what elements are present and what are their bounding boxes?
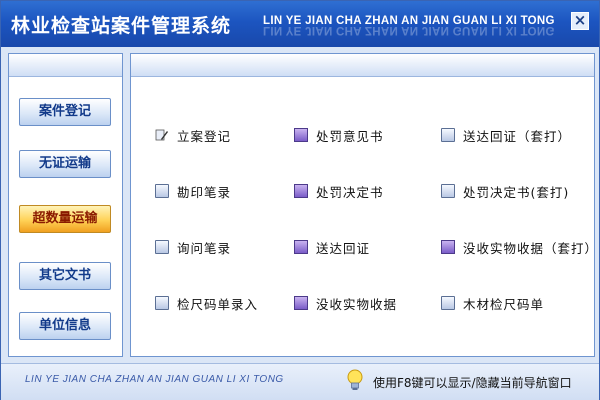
menu-item-label: 没收实物收据（套打） xyxy=(463,240,599,256)
pinyin-title-group: LIN YE JIAN CHA ZHAN AN JIAN GUAN LI XI … xyxy=(263,15,555,36)
menu-item-penalty-opinion[interactable]: 处罚意见书 xyxy=(294,125,384,145)
nav-button-other-documents[interactable]: 其它文书 xyxy=(19,262,111,290)
purple-book-icon xyxy=(294,296,308,310)
menu-item-scale-sheet-entry[interactable]: 检尺码单录入 xyxy=(155,293,258,313)
document-icon xyxy=(441,296,455,310)
navigation-panel-header xyxy=(9,54,122,77)
menu-item-label: 勘印笔录 xyxy=(177,184,232,200)
nav-button-unlicensed-transport[interactable]: 无证运输 xyxy=(19,150,111,178)
menu-item-label: 处罚意见书 xyxy=(316,128,384,144)
menu-item-inquiry-record[interactable]: 询问笔录 xyxy=(155,237,231,257)
purple-book-icon xyxy=(294,240,308,254)
content-panel-header xyxy=(131,54,594,77)
content-panel: 立案登记 处罚意见书 送达回证（套打） 勘印笔录 处罚决定书 处罚决定书(套打)… xyxy=(130,53,598,357)
document-icon xyxy=(155,184,169,198)
menu-item-label: 检尺码单录入 xyxy=(177,296,259,312)
menu-item-penalty-decision[interactable]: 处罚决定书 xyxy=(294,181,384,201)
menu-item-label: 木材检尺码单 xyxy=(463,296,545,312)
f8-hint-text: 使用F8键可以显示/隐藏当前导航窗口 xyxy=(373,376,572,390)
nav-button-over-quantity-transport[interactable]: 超数量运输 xyxy=(19,205,111,233)
menu-item-confiscation-receipt-print[interactable]: 没收实物收据（套打） xyxy=(441,237,598,257)
menu-item-service-receipt[interactable]: 送达回证 xyxy=(294,237,370,257)
status-pinyin-title: LIN YE JIAN CHA ZHAN AN JIAN GUAN LI XI … xyxy=(25,374,284,385)
title-bar: 林业检查站案件管理系统 LIN YE JIAN CHA ZHAN AN JIAN… xyxy=(1,1,599,47)
menu-item-inspection-record[interactable]: 勘印笔录 xyxy=(155,181,231,201)
menu-item-label: 询问笔录 xyxy=(177,240,232,256)
app-window: 林业检查站案件管理系统 LIN YE JIAN CHA ZHAN AN JIAN… xyxy=(0,0,600,400)
nav-button-unit-info[interactable]: 单位信息 xyxy=(19,312,111,340)
lightbulb-icon xyxy=(347,369,363,390)
close-button[interactable]: × xyxy=(571,12,589,30)
purple-book-icon xyxy=(294,128,308,142)
menu-item-confiscation-receipt[interactable]: 没收实物收据 xyxy=(294,293,397,313)
pen-icon xyxy=(155,129,168,141)
nav-button-case-register[interactable]: 案件登记 xyxy=(19,98,111,126)
status-bar: LIN YE JIAN CHA ZHAN AN JIAN GUAN LI XI … xyxy=(1,363,599,400)
pinyin-title-reflection: LIN YE JIAN CHA ZHAN AN JIAN GUAN LI XI … xyxy=(263,26,555,36)
document-icon xyxy=(155,296,169,310)
purple-book-icon xyxy=(441,240,455,254)
menu-item-label: 没收实物收据 xyxy=(316,296,398,312)
menu-item-service-receipt-print[interactable]: 送达回证（套打） xyxy=(441,125,571,145)
menu-item-case-filing[interactable]: 立案登记 xyxy=(155,125,231,145)
purple-book-icon xyxy=(294,184,308,198)
menu-item-label: 送达回证 xyxy=(316,240,371,256)
menu-item-label: 送达回证（套打） xyxy=(463,128,572,144)
document-icon xyxy=(155,240,169,254)
document-icon xyxy=(441,128,455,142)
app-title: 林业检查站案件管理系统 xyxy=(11,15,232,37)
menu-item-timber-scale-sheet[interactable]: 木材检尺码单 xyxy=(441,293,544,313)
navigation-panel: 案件登记 无证运输 超数量运输 其它文书 单位信息 xyxy=(8,53,123,357)
menu-item-label: 处罚决定书(套打) xyxy=(463,184,570,200)
document-icon xyxy=(441,184,455,198)
menu-item-label: 处罚决定书 xyxy=(316,184,384,200)
menu-item-label: 立案登记 xyxy=(177,128,232,144)
menu-item-penalty-decision-print[interactable]: 处罚决定书(套打) xyxy=(441,181,569,201)
